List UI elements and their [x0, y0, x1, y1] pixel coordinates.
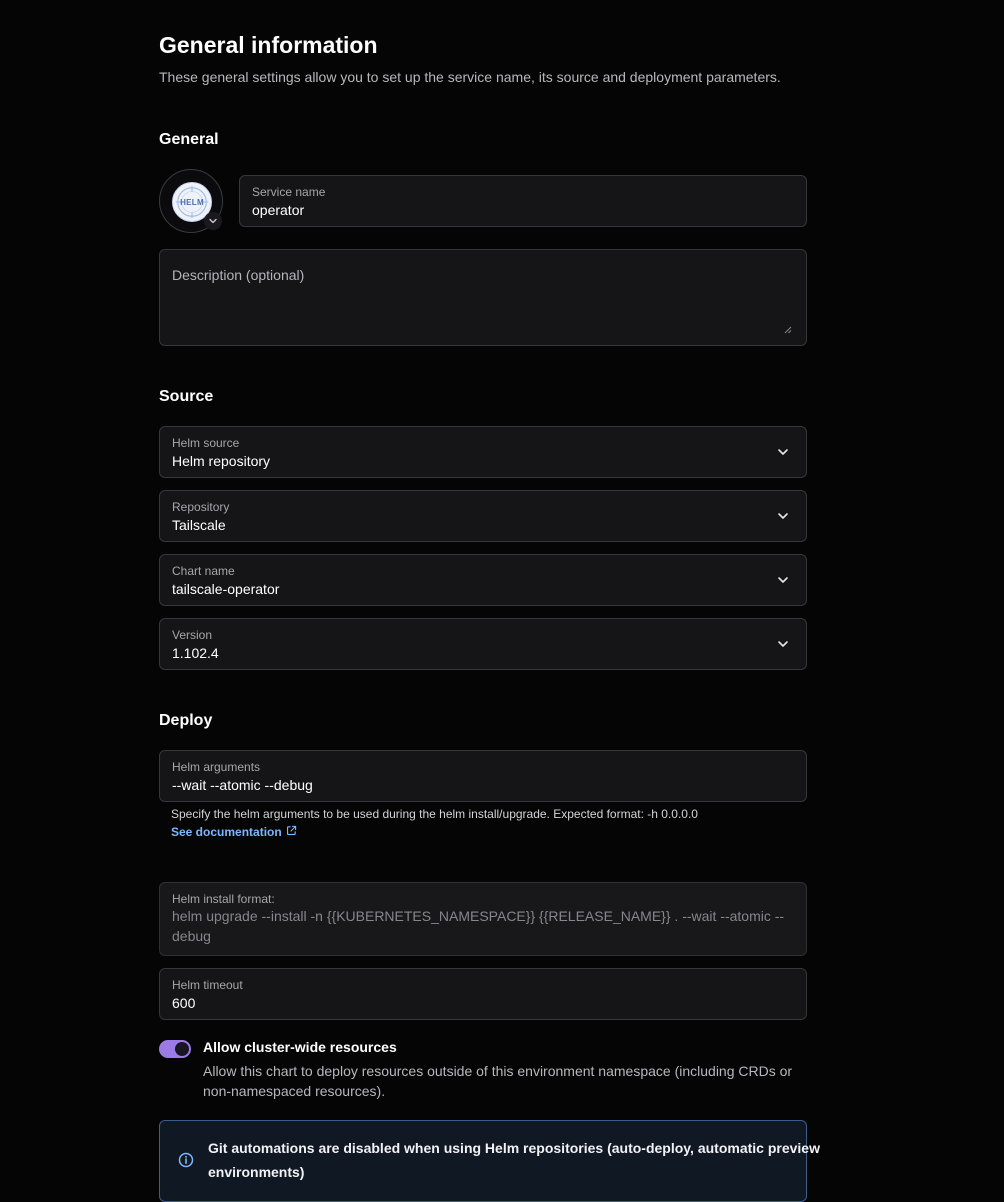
service-name-input[interactable]: operator: [252, 201, 304, 219]
cluster-wide-resources-description-line-2: non-namespaced resources).: [203, 1083, 386, 1099]
section-deploy: Deploy Helm arguments --wait --atomic --…: [159, 711, 820, 1202]
see-documentation-label: See documentation: [171, 825, 282, 839]
description-placeholder: Description (optional): [172, 267, 305, 283]
helm-install-format-box: Helm install format: helm upgrade --inst…: [159, 882, 807, 956]
repository-label: Repository: [172, 500, 230, 514]
cluster-wide-resources-label: Allow cluster-wide resources: [203, 1039, 397, 1055]
external-link-icon: [286, 824, 297, 840]
helm-source-label: Helm source: [172, 436, 240, 450]
description-textarea[interactable]: Description (optional): [159, 249, 807, 346]
helm-timeout-input[interactable]: 600: [172, 994, 195, 1012]
resize-handle-icon[interactable]: [784, 321, 792, 334]
git-automations-info-callout: Git automations are disabled when using …: [159, 1120, 820, 1202]
version-select[interactable]: Version 1.102.4: [159, 618, 807, 670]
chevron-down-icon[interactable]: [776, 509, 790, 523]
page-title: General information: [159, 32, 378, 58]
helm-arguments-helper: Specify the helm arguments to be used du…: [171, 807, 698, 821]
page-subtitle: These general settings allow you to set …: [159, 69, 781, 85]
chart-name-select[interactable]: Chart name tailscale-operator: [159, 554, 807, 606]
toggle-knob: [175, 1042, 189, 1056]
section-title-deploy: Deploy: [159, 712, 213, 729]
see-documentation-link[interactable]: See documentation: [171, 824, 297, 840]
section-general: General HELM Service name operator Descr…: [159, 130, 807, 346]
section-title-general: General: [159, 131, 219, 148]
repository-select[interactable]: Repository Tailscale: [159, 490, 807, 542]
helm-timeout-label: Helm timeout: [172, 978, 243, 992]
info-callout-line-1: Git automations are disabled when using …: [208, 1140, 820, 1156]
helm-source-select[interactable]: Helm source Helm repository: [159, 426, 807, 478]
helm-install-format-label: Helm install format:: [172, 892, 275, 906]
chevron-down-icon[interactable]: [776, 573, 790, 587]
chart-name-value: tailscale-operator: [172, 581, 280, 597]
cluster-wide-resources-description-line-1: Allow this chart to deploy resources out…: [203, 1063, 793, 1079]
avatar-dropdown-chevron-icon[interactable]: [204, 212, 222, 230]
version-label: Version: [172, 628, 213, 642]
helm-arguments-field[interactable]: Helm arguments --wait --atomic --debug: [159, 750, 807, 802]
helm-install-format-line-1: helm upgrade --install -n {{KUBERNETES_N…: [172, 908, 785, 924]
helm-install-format-line-2: debug: [172, 928, 211, 944]
cluster-wide-resources-toggle[interactable]: [159, 1040, 191, 1058]
chevron-down-icon[interactable]: [776, 445, 790, 459]
section-title-source: Source: [159, 388, 214, 405]
version-value: 1.102.4: [172, 645, 219, 661]
service-name-field[interactable]: Service name operator: [239, 175, 807, 227]
service-name-label: Service name: [252, 185, 326, 199]
service-avatar-picker[interactable]: HELM: [159, 169, 223, 233]
section-source: Source Helm source Helm repository Repos…: [159, 387, 807, 670]
chart-name-label: Chart name: [172, 564, 235, 578]
helm-arguments-input[interactable]: --wait --atomic --debug: [172, 776, 313, 794]
info-callout-line-2: environments): [208, 1164, 305, 1180]
repository-value: Tailscale: [172, 517, 226, 533]
general-information-form: General information These general settin…: [159, 30, 820, 1202]
helm-arguments-label: Helm arguments: [172, 760, 261, 774]
helm-logo-text: HELM: [180, 197, 204, 207]
chevron-down-icon[interactable]: [776, 637, 790, 651]
info-circle-icon: [178, 1152, 194, 1173]
helm-source-value: Helm repository: [172, 453, 271, 469]
helm-timeout-field[interactable]: Helm timeout 600: [159, 968, 807, 1020]
